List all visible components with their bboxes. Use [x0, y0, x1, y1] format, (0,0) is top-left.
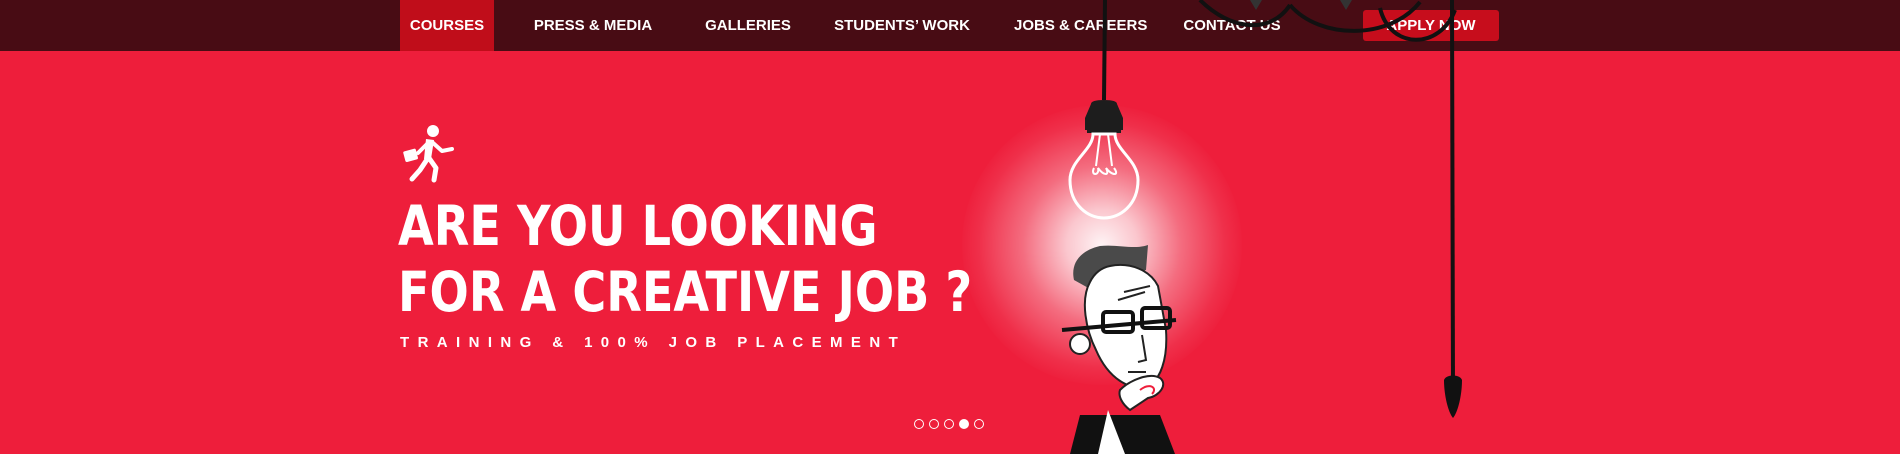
thinking-man-lightbulb-illustration	[1061, 0, 1462, 454]
cable-clips	[1250, 0, 1352, 10]
lightbulb-icon	[1068, 100, 1140, 220]
thinking-man-figure	[1061, 245, 1177, 454]
cable-plug-end	[1444, 375, 1462, 418]
